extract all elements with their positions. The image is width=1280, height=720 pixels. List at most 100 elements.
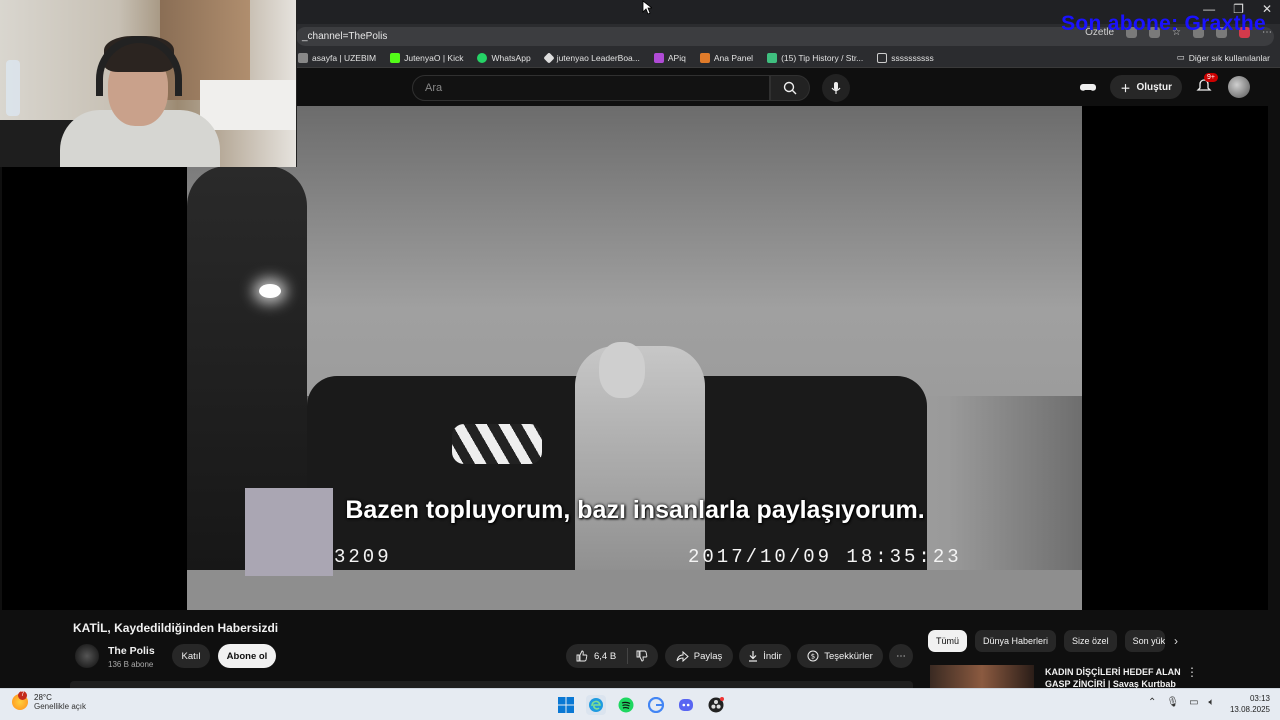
chevron-up-icon[interactable]: ⌃ (1148, 697, 1156, 708)
webcam-bed (200, 80, 296, 130)
folder-icon (877, 52, 888, 63)
last-subscriber-overlay: Son abone: Graxthe (1061, 12, 1266, 35)
join-label: Katıl (181, 650, 201, 662)
voice-search-button[interactable] (822, 74, 850, 102)
bookmark-icon (653, 52, 664, 63)
sun-icon: 7 (12, 691, 28, 710)
streamer-webcam (0, 0, 297, 167)
join-button[interactable]: Katıl (172, 644, 210, 668)
chip-all[interactable]: Tümü (928, 630, 968, 652)
display-icon[interactable]: ▭ (1189, 697, 1198, 708)
bookmark-item[interactable]: APiq (653, 52, 686, 63)
chevron-right-icon[interactable]: › (1174, 634, 1178, 648)
dislike-button[interactable] (628, 650, 648, 662)
notifications-button[interactable]: 9+ (1196, 73, 1218, 96)
bookmark-label: JutenyaO | Kick (404, 52, 464, 63)
super-thanks-icon: $ (807, 650, 819, 662)
edge-icon[interactable] (586, 695, 606, 715)
windows-start-icon[interactable] (556, 695, 576, 715)
weather-widget[interactable]: 7 28°C Genellikle açık (12, 691, 87, 711)
thumbs-up-icon (576, 650, 588, 662)
discord-icon[interactable] (676, 695, 696, 715)
microphone-icon (831, 82, 841, 94)
bookmark-icon (767, 52, 778, 63)
weather-description: Genellikle açık (34, 702, 87, 711)
bookmark-item[interactable]: jutenyao LeaderBoa... (543, 51, 640, 64)
bookmark-item[interactable]: JutenyaO | Kick (390, 52, 464, 63)
microphone-icon[interactable]: 🎙︎ (1166, 697, 1179, 708)
description-box[interactable] (70, 681, 913, 688)
search-button[interactable] (770, 75, 810, 101)
scene-flashlight (259, 284, 281, 298)
scene-head (599, 342, 645, 398)
chip-recently-uploaded[interactable]: Son yük (1124, 630, 1165, 652)
bookmark-icon (543, 51, 555, 64)
bookmark-item[interactable]: (15) Tip History / Str... (767, 52, 864, 63)
thanks-button[interactable]: $ Teşekkürler (797, 644, 883, 668)
create-button[interactable]: ＋ Oluştur (1110, 75, 1182, 99)
download-icon (749, 650, 758, 662)
bookmark-item[interactable]: ssssssssss (877, 52, 934, 63)
bookmark-icon (298, 52, 308, 63)
share-icon (676, 650, 689, 662)
screen: — ❐ ✕ _channel=ThePolis Özetle ☆ ⋯ asayf… (0, 0, 1280, 720)
system-tray: ⌃ 🎙︎ ▭ 🔈︎ (1148, 697, 1215, 708)
create-label: Oluştur (1136, 81, 1172, 93)
like-button[interactable]: 6,4 B (566, 648, 628, 664)
thumbs-down-icon (636, 650, 648, 662)
notification-count: 9+ (1204, 73, 1218, 82)
video-player[interactable]: Bazen topluyorum, bazı insanlarla paylaş… (2, 106, 1268, 610)
camera-id-stamp: 3209 (334, 546, 392, 568)
plus-icon: ＋ (1120, 83, 1131, 95)
subscriber-count: 136 B abone (108, 660, 154, 669)
subscribe-label: Abone ol (226, 650, 268, 662)
more-icon: ⋯ (896, 650, 906, 662)
share-label: Paylaş (693, 650, 723, 662)
more-vertical-icon[interactable]: ⋮ (1186, 665, 1198, 679)
like-count: 6,4 B (594, 650, 617, 662)
bookmark-label: jutenyao LeaderBoa... (556, 52, 640, 63)
chip-for-you[interactable]: Size özel (1064, 630, 1117, 652)
account-avatar[interactable] (1228, 76, 1250, 98)
search-icon (783, 81, 797, 95)
share-button[interactable]: Paylaş (665, 644, 733, 668)
temperature: 28°C (34, 693, 52, 702)
clock[interactable]: 03:13 13.08.2025 (1230, 693, 1270, 715)
download-button[interactable]: İndir (739, 644, 791, 668)
url-text: _channel=ThePolis (302, 31, 388, 42)
subscribe-button[interactable]: Abone ol (218, 644, 276, 668)
other-bookmarks-label: Diğer sık kullanılanlar (1188, 52, 1270, 63)
chip-world-news[interactable]: Dünya Haberleri (975, 630, 1057, 652)
recommendation-thumbnail[interactable] (930, 665, 1034, 688)
clock-time: 03:13 (1249, 694, 1270, 703)
obs-icon[interactable] (706, 695, 726, 715)
channel-name[interactable]: The Polis (108, 645, 155, 657)
volume-icon[interactable]: 🔈︎ (1209, 697, 1215, 708)
bookmark-label: Ana Panel (713, 52, 754, 63)
search-placeholder: Ara (425, 82, 443, 94)
video-info: KATİL, Kaydedildiğinden Habersizdi The P… (0, 610, 1280, 688)
whatsapp-icon (477, 52, 488, 63)
bookmark-label: (15) Tip History / Str... (781, 52, 864, 63)
channel-avatar[interactable] (75, 644, 99, 668)
weather-badge: 7 (18, 691, 27, 700)
clock-date: 13.08.2025 (1229, 705, 1270, 714)
bookmark-item[interactable]: WhatsApp (477, 52, 531, 63)
spotify-icon[interactable] (616, 695, 636, 715)
bookmark-item[interactable]: Ana Panel (699, 52, 754, 63)
other-bookmarks[interactable]: ▭ Diğer sık kullanılanlar (1177, 52, 1270, 63)
video-subtitle: Bazen topluyorum, bazı insanlarla paylaş… (345, 496, 925, 524)
like-dislike-group: 6,4 B (566, 644, 658, 668)
search-input[interactable]: Ara (412, 75, 770, 101)
more-actions-button[interactable]: ⋯ (889, 644, 913, 668)
bookmark-label: APiq (667, 52, 686, 63)
google-icon[interactable] (646, 695, 666, 715)
thanks-label: Teşekkürler (824, 650, 873, 662)
gamepad-icon[interactable] (1080, 80, 1097, 94)
scene-floor (187, 570, 1082, 610)
related-chips: Tümü Dünya Haberleri Size özel Son yük (928, 630, 1165, 652)
video-title: KATİL, Kaydedildiğinden Habersizdi (73, 621, 279, 635)
recommendation-title[interactable]: KADIN DİŞÇİLERİ HEDEF ALAN GASP ZİNCİRİ … (1045, 666, 1185, 688)
bookmark-item[interactable]: asayfa | UZEBIM (298, 52, 376, 63)
mouse-cursor-icon (642, 0, 652, 15)
